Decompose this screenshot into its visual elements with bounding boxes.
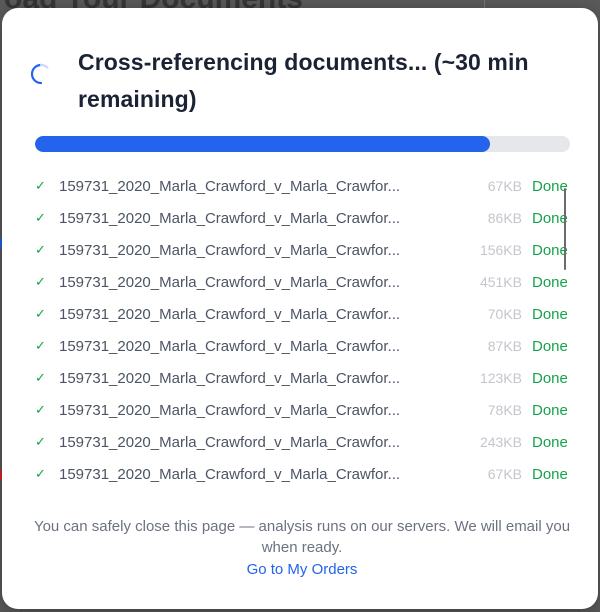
file-row: ✓ 159731_2020_Marla_Crawford_v_Marla_Craw… bbox=[35, 266, 570, 298]
footer-message: You can safely close this page — analysi… bbox=[33, 518, 571, 556]
check-icon: ✓ bbox=[35, 370, 46, 386]
file-row: ✓ 159731_2020_Marla_Crawford_v_Marla_Craw… bbox=[35, 330, 570, 362]
file-size: 123KB bbox=[479, 370, 522, 386]
file-size: 67KB bbox=[487, 178, 522, 194]
file-size: 78KB bbox=[487, 402, 522, 418]
file-status: Done bbox=[532, 305, 568, 323]
modal-header: Cross-referencing documents... (~30 min … bbox=[30, 44, 570, 118]
check-icon: ✓ bbox=[35, 466, 46, 482]
file-name: 159731_2020_Marla_Crawford_v_Marla_Crawf… bbox=[59, 273, 401, 291]
check-icon: ✓ bbox=[35, 242, 46, 258]
file-row: ✓ 159731_2020_Marla_Crawford_v_Marla_Craw… bbox=[35, 170, 570, 202]
file-list: ✓ 159731_2020_Marla_Crawford_v_Marla_Craw… bbox=[35, 170, 570, 490]
file-status: Done bbox=[532, 369, 568, 387]
file-status: Done bbox=[532, 241, 568, 259]
file-status: Done bbox=[532, 465, 568, 483]
file-status: Done bbox=[532, 433, 568, 451]
go-to-my-orders-link[interactable]: Go to My Orders bbox=[247, 559, 358, 580]
check-icon: ✓ bbox=[35, 434, 46, 450]
file-size: 451KB bbox=[479, 274, 522, 290]
spinner-icon bbox=[30, 63, 52, 85]
file-status: Done bbox=[532, 177, 568, 195]
file-row: ✓ 159731_2020_Marla_Crawford_v_Marla_Craw… bbox=[35, 298, 570, 330]
file-name: 159731_2020_Marla_Crawford_v_Marla_Crawf… bbox=[59, 177, 401, 195]
upload-progress-modal: Cross-referencing documents... (~30 min … bbox=[2, 8, 598, 609]
file-row: ✓ 159731_2020_Marla_Crawford_v_Marla_Craw… bbox=[35, 458, 570, 490]
file-status: Done bbox=[532, 273, 568, 291]
check-icon: ✓ bbox=[35, 178, 46, 194]
file-name: 159731_2020_Marla_Crawford_v_Marla_Crawf… bbox=[59, 369, 401, 387]
file-size: 87KB bbox=[487, 338, 522, 354]
file-size: 86KB bbox=[487, 210, 522, 226]
check-icon: ✓ bbox=[35, 210, 46, 226]
file-row: ✓ 159731_2020_Marla_Crawford_v_Marla_Craw… bbox=[35, 426, 570, 458]
file-name: 159731_2020_Marla_Crawford_v_Marla_Crawf… bbox=[59, 465, 401, 483]
file-name: 159731_2020_Marla_Crawford_v_Marla_Crawf… bbox=[59, 241, 401, 259]
file-size: 243KB bbox=[479, 434, 522, 450]
scrollbar[interactable] bbox=[564, 188, 566, 270]
file-name: 159731_2020_Marla_Crawford_v_Marla_Crawf… bbox=[59, 209, 401, 227]
file-row: ✓ 159731_2020_Marla_Crawford_v_Marla_Craw… bbox=[35, 234, 570, 266]
file-size: 67KB bbox=[487, 466, 522, 482]
file-name: 159731_2020_Marla_Crawford_v_Marla_Crawf… bbox=[59, 305, 401, 323]
file-row: ✓ 159731_2020_Marla_Crawford_v_Marla_Craw… bbox=[35, 362, 570, 394]
file-status: Done bbox=[532, 401, 568, 419]
file-row: ✓ 159731_2020_Marla_Crawford_v_Marla_Craw… bbox=[35, 394, 570, 426]
modal-title: Cross-referencing documents... (~30 min … bbox=[78, 49, 529, 112]
file-status: Done bbox=[532, 337, 568, 355]
file-row: ✓ 159731_2020_Marla_Crawford_v_Marla_Craw… bbox=[35, 202, 570, 234]
modal-footer: You can safely close this page — analysi… bbox=[30, 516, 574, 580]
check-icon: ✓ bbox=[35, 338, 46, 354]
file-name: 159731_2020_Marla_Crawford_v_Marla_Crawf… bbox=[59, 433, 401, 451]
file-size: 70KB bbox=[487, 306, 522, 322]
file-name: 159731_2020_Marla_Crawford_v_Marla_Crawf… bbox=[59, 401, 401, 419]
progress-bar-fill bbox=[35, 136, 490, 152]
check-icon: ✓ bbox=[35, 274, 46, 290]
file-status: Done bbox=[532, 209, 568, 227]
progress-bar bbox=[35, 136, 570, 152]
check-icon: ✓ bbox=[35, 306, 46, 322]
file-size: 156KB bbox=[479, 242, 522, 258]
check-icon: ✓ bbox=[35, 402, 46, 418]
file-name: 159731_2020_Marla_Crawford_v_Marla_Crawf… bbox=[59, 337, 401, 355]
